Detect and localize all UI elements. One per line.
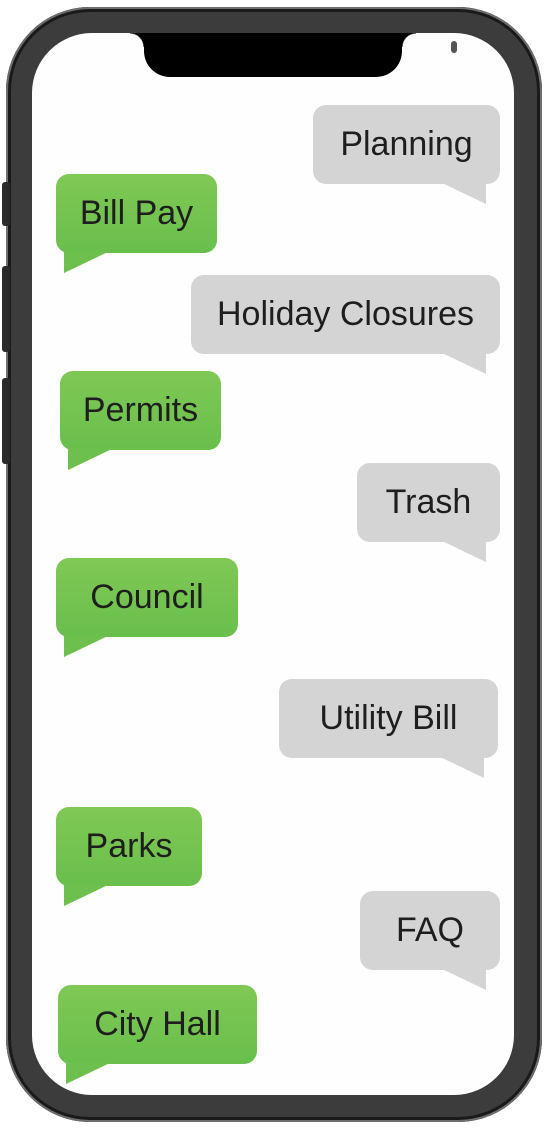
bubble-label: Planning [340,125,473,163]
bubble-label: Trash [385,483,472,521]
bubble-tail [68,448,114,470]
bubble-label: Holiday Closures [217,295,474,333]
bubble-parks[interactable]: Parks [56,807,202,906]
bubble-tail [64,635,110,657]
volume-down-button [2,378,10,464]
phone-screen: Planning Bill Pay Holiday Closures Permi… [32,33,514,1095]
bubble-permits[interactable]: Permits [60,371,221,470]
bubble-label: Utility Bill [319,699,458,737]
bubble-utility-bill[interactable]: Utility Bill [279,679,498,778]
bubble-label: Council [90,578,204,616]
bubble-trash[interactable]: Trash [357,463,500,562]
bubble-tail [440,540,486,562]
bubble-holiday-closures[interactable]: Holiday Closures [191,275,500,374]
bubble-city-hall[interactable]: City Hall [58,985,257,1084]
bubble-label: City Hall [94,1005,221,1043]
bubble-tail [64,884,110,906]
camera-icon [451,41,457,53]
mute-switch [2,182,10,226]
bubble-tail [66,1062,112,1084]
volume-up-button [2,266,10,352]
bubble-bill-pay[interactable]: Bill Pay [56,174,217,273]
bubble-faq[interactable]: FAQ [360,891,500,990]
bubble-label: Permits [82,391,199,429]
bubble-tail [64,251,110,273]
bubble-tail [440,968,486,990]
bubble-label: Parks [85,827,173,865]
bubble-tail [438,756,484,778]
bubble-tail [440,182,486,204]
bubble-council[interactable]: Council [56,558,238,657]
notch [130,33,457,77]
bubble-label: FAQ [395,911,465,949]
bubble-tail [440,352,486,374]
bubble-label: Bill Pay [79,194,194,232]
bubble-planning[interactable]: Planning [313,105,500,204]
